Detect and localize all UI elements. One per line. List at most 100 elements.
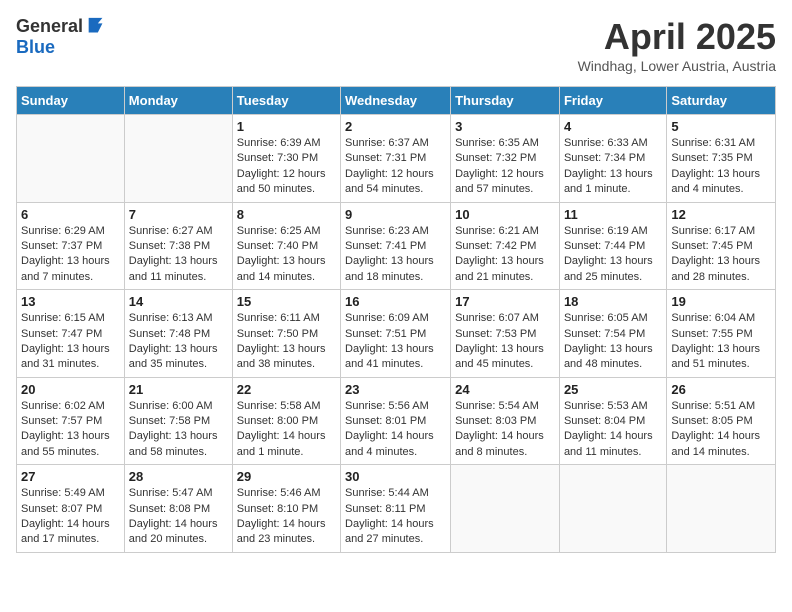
day-info: Sunrise: 6:00 AM Sunset: 7:58 PM Dayligh… (129, 399, 228, 461)
calendar-cell: 25Sunrise: 5:53 AM Sunset: 8:04 PM Dayli… (559, 377, 666, 465)
day-info: Sunrise: 5:47 AM Sunset: 8:08 PM Dayligh… (129, 486, 228, 548)
day-number: 12 (671, 207, 771, 222)
logo-blue-text: Blue (16, 38, 107, 58)
calendar-cell: 1 Sunrise: 6:39 AM Sunset: 7:30 PM Daylig… (232, 115, 340, 203)
weekday-header-thursday: Thursday (451, 87, 560, 115)
day-number: 2 (345, 119, 446, 134)
calendar-week-4: 20 Sunrise: 6:02 AM Sunset: 7:57 PM Dayli… (17, 377, 776, 465)
day-number: 27 (21, 469, 120, 484)
weekday-header-monday: Monday (124, 87, 232, 115)
calendar-cell: 29Sunrise: 5:46 AM Sunset: 8:10 PM Dayli… (232, 465, 340, 553)
day-number: 17 (455, 294, 555, 309)
day-info: Sunrise: 6:27 AM Sunset: 7:38 PM Dayligh… (129, 224, 228, 286)
day-info: Sunrise: 5:56 AM Sunset: 8:01 PM Dayligh… (345, 399, 446, 461)
calendar-cell: 16 Sunrise: 6:09 AM Sunset: 7:51 PM Dayli… (341, 290, 451, 378)
day-number: 14 (129, 294, 228, 309)
day-info: Sunrise: 6:37 AM Sunset: 7:31 PM Dayligh… (345, 136, 446, 198)
day-number: 3 (455, 119, 555, 134)
location-text: Windhag, Lower Austria, Austria (578, 58, 776, 74)
logo: General Blue (16, 16, 107, 58)
month-title: April 2025 (578, 16, 776, 58)
calendar-cell: 20 Sunrise: 6:02 AM Sunset: 7:57 PM Dayli… (17, 377, 125, 465)
calendar-cell: 5Sunrise: 6:31 AM Sunset: 7:35 PM Daylig… (667, 115, 776, 203)
weekday-header-sunday: Sunday (17, 87, 125, 115)
day-number: 26 (671, 382, 771, 397)
calendar-week-1: 1 Sunrise: 6:39 AM Sunset: 7:30 PM Daylig… (17, 115, 776, 203)
calendar-week-2: 6Sunrise: 6:29 AM Sunset: 7:37 PM Daylig… (17, 202, 776, 290)
day-info: Sunrise: 6:09 AM Sunset: 7:51 PM Dayligh… (345, 311, 446, 373)
day-info: Sunrise: 6:13 AM Sunset: 7:48 PM Dayligh… (129, 311, 228, 373)
logo-icon (85, 16, 107, 38)
calendar-cell: 3 Sunrise: 6:35 AM Sunset: 7:32 PM Daylig… (451, 115, 560, 203)
calendar-cell (451, 465, 560, 553)
day-info: Sunrise: 5:44 AM Sunset: 8:11 PM Dayligh… (345, 486, 446, 548)
day-number: 9 (345, 207, 446, 222)
calendar-cell (17, 115, 125, 203)
calendar-cell: 26 Sunrise: 5:51 AM Sunset: 8:05 PM Dayli… (667, 377, 776, 465)
day-info: Sunrise: 6:05 AM Sunset: 7:54 PM Dayligh… (564, 311, 662, 373)
day-number: 4 (564, 119, 662, 134)
day-number: 15 (237, 294, 336, 309)
day-number: 18 (564, 294, 662, 309)
calendar-cell: 22 Sunrise: 5:58 AM Sunset: 8:00 PM Dayli… (232, 377, 340, 465)
calendar-cell (667, 465, 776, 553)
day-number: 13 (21, 294, 120, 309)
calendar-cell: 8 Sunrise: 6:25 AM Sunset: 7:40 PM Daylig… (232, 202, 340, 290)
calendar-cell: 13Sunrise: 6:15 AM Sunset: 7:47 PM Dayli… (17, 290, 125, 378)
day-number: 23 (345, 382, 446, 397)
calendar-cell: 10 Sunrise: 6:21 AM Sunset: 7:42 PM Dayli… (451, 202, 560, 290)
day-info: Sunrise: 6:25 AM Sunset: 7:40 PM Dayligh… (237, 224, 336, 286)
calendar-cell: 19 Sunrise: 6:04 AM Sunset: 7:55 PM Dayli… (667, 290, 776, 378)
calendar-cell: 18 Sunrise: 6:05 AM Sunset: 7:54 PM Dayli… (559, 290, 666, 378)
day-info: Sunrise: 6:29 AM Sunset: 7:37 PM Dayligh… (21, 224, 120, 286)
day-info: Sunrise: 6:21 AM Sunset: 7:42 PM Dayligh… (455, 224, 555, 286)
calendar-week-3: 13Sunrise: 6:15 AM Sunset: 7:47 PM Dayli… (17, 290, 776, 378)
day-number: 29 (237, 469, 336, 484)
day-info: Sunrise: 6:39 AM Sunset: 7:30 PM Dayligh… (237, 136, 336, 198)
page-header: General Blue April 2025 Windhag, Lower A… (16, 16, 776, 74)
day-info: Sunrise: 6:33 AM Sunset: 7:34 PM Dayligh… (564, 136, 662, 198)
day-info: Sunrise: 5:49 AM Sunset: 8:07 PM Dayligh… (21, 486, 120, 548)
day-info: Sunrise: 6:19 AM Sunset: 7:44 PM Dayligh… (564, 224, 662, 286)
calendar-cell: 11 Sunrise: 6:19 AM Sunset: 7:44 PM Dayli… (559, 202, 666, 290)
calendar-cell: 2 Sunrise: 6:37 AM Sunset: 7:31 PM Daylig… (341, 115, 451, 203)
day-number: 11 (564, 207, 662, 222)
calendar-cell: 9 Sunrise: 6:23 AM Sunset: 7:41 PM Daylig… (341, 202, 451, 290)
day-info: Sunrise: 5:54 AM Sunset: 8:03 PM Dayligh… (455, 399, 555, 461)
calendar-cell: 12 Sunrise: 6:17 AM Sunset: 7:45 PM Dayli… (667, 202, 776, 290)
day-info: Sunrise: 6:23 AM Sunset: 7:41 PM Dayligh… (345, 224, 446, 286)
day-number: 16 (345, 294, 446, 309)
calendar-week-5: 27 Sunrise: 5:49 AM Sunset: 8:07 PM Dayli… (17, 465, 776, 553)
calendar-cell: 28 Sunrise: 5:47 AM Sunset: 8:08 PM Dayli… (124, 465, 232, 553)
calendar-cell: 27 Sunrise: 5:49 AM Sunset: 8:07 PM Dayli… (17, 465, 125, 553)
weekday-header-wednesday: Wednesday (341, 87, 451, 115)
day-info: Sunrise: 6:07 AM Sunset: 7:53 PM Dayligh… (455, 311, 555, 373)
day-info: Sunrise: 6:02 AM Sunset: 7:57 PM Dayligh… (21, 399, 120, 461)
calendar-cell: 17 Sunrise: 6:07 AM Sunset: 7:53 PM Dayli… (451, 290, 560, 378)
calendar-cell: 30Sunrise: 5:44 AM Sunset: 8:11 PM Dayli… (341, 465, 451, 553)
calendar-cell: 23 Sunrise: 5:56 AM Sunset: 8:01 PM Dayli… (341, 377, 451, 465)
day-info: Sunrise: 5:51 AM Sunset: 8:05 PM Dayligh… (671, 399, 771, 461)
day-info: Sunrise: 5:58 AM Sunset: 8:00 PM Dayligh… (237, 399, 336, 461)
day-info: Sunrise: 6:04 AM Sunset: 7:55 PM Dayligh… (671, 311, 771, 373)
day-number: 22 (237, 382, 336, 397)
day-number: 19 (671, 294, 771, 309)
day-number: 28 (129, 469, 228, 484)
weekday-header-saturday: Saturday (667, 87, 776, 115)
calendar-cell: 24Sunrise: 5:54 AM Sunset: 8:03 PM Dayli… (451, 377, 560, 465)
day-info: Sunrise: 6:11 AM Sunset: 7:50 PM Dayligh… (237, 311, 336, 373)
day-number: 10 (455, 207, 555, 222)
calendar-cell: 14 Sunrise: 6:13 AM Sunset: 7:48 PM Dayli… (124, 290, 232, 378)
day-number: 8 (237, 207, 336, 222)
day-number: 20 (21, 382, 120, 397)
day-info: Sunrise: 6:35 AM Sunset: 7:32 PM Dayligh… (455, 136, 555, 198)
calendar-table: SundayMondayTuesdayWednesdayThursdayFrid… (16, 86, 776, 553)
day-info: Sunrise: 6:17 AM Sunset: 7:45 PM Dayligh… (671, 224, 771, 286)
day-number: 1 (237, 119, 336, 134)
day-number: 21 (129, 382, 228, 397)
day-number: 5 (671, 119, 771, 134)
day-info: Sunrise: 5:53 AM Sunset: 8:04 PM Dayligh… (564, 399, 662, 461)
weekday-header-tuesday: Tuesday (232, 87, 340, 115)
calendar-cell: 7Sunrise: 6:27 AM Sunset: 7:38 PM Daylig… (124, 202, 232, 290)
calendar-cell: 6Sunrise: 6:29 AM Sunset: 7:37 PM Daylig… (17, 202, 125, 290)
